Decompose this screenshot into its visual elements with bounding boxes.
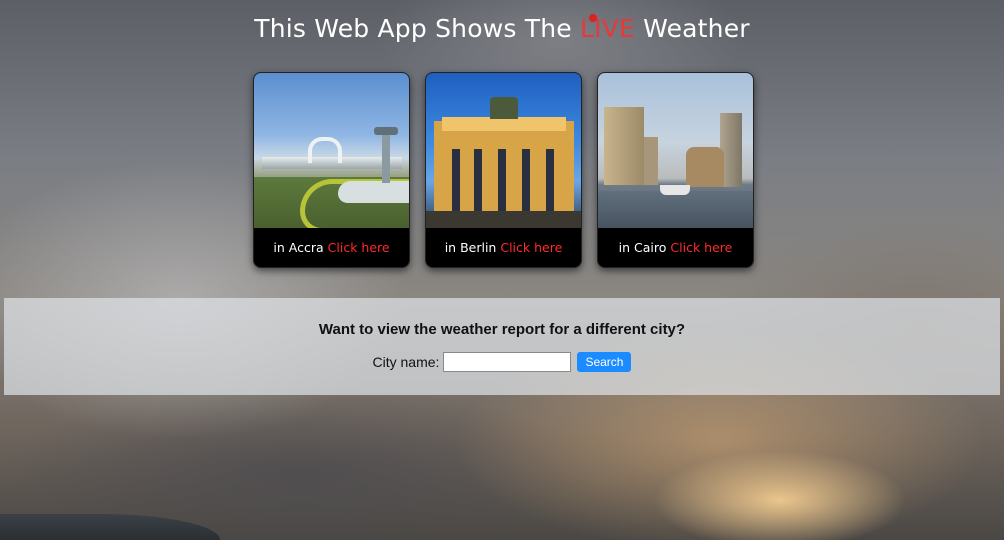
city-name-label: City name: <box>372 354 440 370</box>
berlin-click-here-link[interactable]: Click here <box>500 240 562 255</box>
title-live-word: LIVE <box>580 14 635 43</box>
card-city-label: in Accra <box>273 240 324 255</box>
city-card-berlin[interactable]: in Berlin Click here <box>425 72 582 268</box>
live-dot-icon <box>588 14 597 22</box>
title-text-before: This Web App Shows The <box>254 14 580 43</box>
accra-image <box>254 73 409 228</box>
cairo-click-here-link[interactable]: Click here <box>670 240 732 255</box>
berlin-image <box>426 73 581 228</box>
city-name-input[interactable] <box>443 352 572 372</box>
card-city-label: in Cairo <box>618 240 667 255</box>
card-city-label: in Berlin <box>444 240 497 255</box>
background-hill <box>0 514 220 540</box>
title-text-after: Weather <box>634 14 750 43</box>
city-card-accra[interactable]: in Accra Click here <box>253 72 410 268</box>
search-row: City name: Search <box>4 352 1000 372</box>
city-cards: in Accra Click here in Berlin Click here… <box>253 72 754 268</box>
card-caption: in Berlin Click here <box>426 228 581 267</box>
card-caption: in Cairo Click here <box>598 228 753 267</box>
search-question: Want to view the weather report for a di… <box>318 321 686 338</box>
page-title: This Web App Shows The LIVE Weather <box>0 14 1004 43</box>
cairo-image <box>598 73 753 228</box>
city-card-cairo[interactable]: in Cairo Click here <box>597 72 754 268</box>
search-panel: Want to view the weather report for a di… <box>4 298 1000 395</box>
search-button[interactable]: Search <box>577 352 632 372</box>
card-caption: in Accra Click here <box>254 228 409 267</box>
accra-click-here-link[interactable]: Click here <box>328 240 390 255</box>
